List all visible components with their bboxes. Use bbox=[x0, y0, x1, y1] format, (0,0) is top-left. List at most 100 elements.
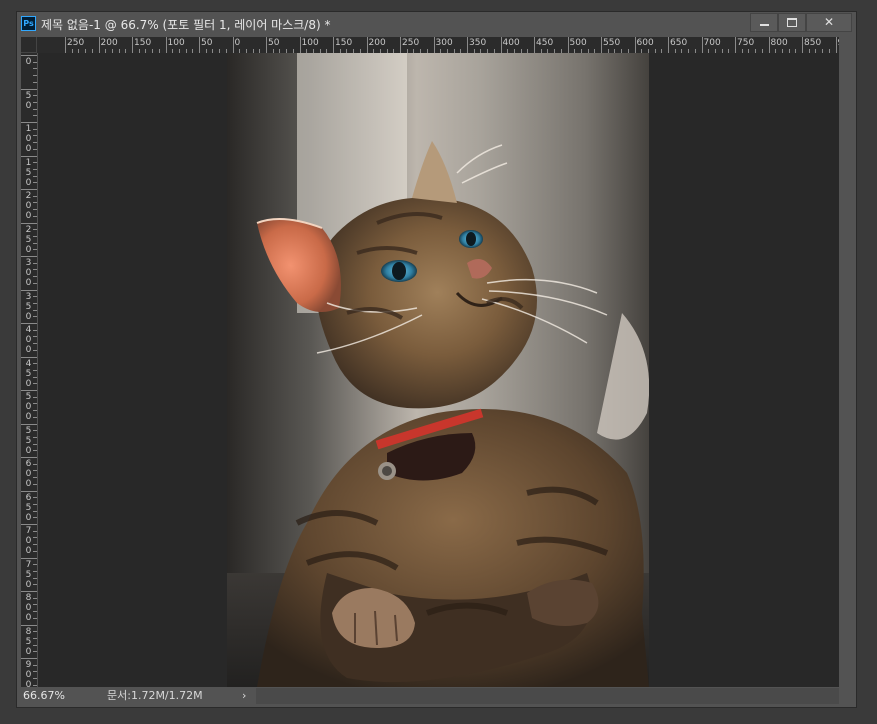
ruler-major-tick bbox=[21, 591, 37, 592]
ruler-major-tick bbox=[199, 37, 200, 53]
ruler-v-label: 400 bbox=[25, 325, 32, 355]
ruler-major-tick bbox=[333, 37, 334, 53]
title-bar[interactable]: Ps 제목 없음-1 @ 66.7% (포토 필터 1, 레이어 마스크/8) … bbox=[17, 12, 856, 36]
ruler-minor-tick bbox=[33, 168, 37, 170]
ruler-major-tick bbox=[21, 55, 37, 56]
ruler-h-label: 50 bbox=[268, 38, 280, 48]
ruler-minor-tick bbox=[33, 249, 37, 251]
ruler-major-tick bbox=[668, 37, 669, 53]
ruler-v-label: 150 bbox=[25, 157, 32, 188]
ruler-major-tick bbox=[366, 37, 368, 53]
ruler-major-tick bbox=[534, 37, 535, 53]
ruler-major-tick bbox=[132, 37, 133, 53]
status-menu-arrow[interactable]: › bbox=[242, 688, 252, 704]
ruler-h-label: 200 bbox=[368, 38, 386, 48]
ruler-minor-tick bbox=[33, 436, 37, 438]
ruler-minor-tick bbox=[33, 477, 37, 479]
ruler-minor-tick bbox=[33, 611, 37, 613]
ruler-v-label: 300 bbox=[25, 258, 32, 288]
ruler-h-label: 100 bbox=[167, 38, 185, 48]
ruler-major-tick bbox=[65, 37, 66, 53]
ruler-minor-tick bbox=[33, 75, 37, 77]
ruler-minor-tick bbox=[33, 651, 37, 653]
ruler-major-tick bbox=[802, 37, 803, 53]
ruler-v-label: 600 bbox=[25, 459, 32, 489]
ruler-v-label: 100 bbox=[25, 124, 32, 154]
ruler-minor-tick bbox=[33, 403, 37, 405]
horizontal-scrollbar[interactable] bbox=[256, 688, 839, 704]
ruler-minor-tick bbox=[33, 61, 37, 63]
ruler-minor-tick bbox=[33, 584, 37, 586]
ruler-minor-tick bbox=[33, 544, 37, 546]
ruler-major-tick bbox=[433, 37, 435, 53]
ruler-minor-tick bbox=[33, 537, 37, 539]
ruler-minor-tick bbox=[33, 195, 37, 197]
ruler-minor-tick bbox=[33, 329, 37, 331]
minimize-button[interactable] bbox=[750, 13, 778, 32]
zoom-level-field[interactable]: 66.67% bbox=[21, 688, 73, 704]
ruler-minor-tick bbox=[33, 128, 37, 130]
ruler-h-label: 0 bbox=[234, 38, 241, 48]
ruler-minor-tick bbox=[33, 369, 37, 371]
ruler-major-tick bbox=[835, 37, 837, 53]
ruler-minor-tick bbox=[33, 282, 37, 284]
ruler-minor-tick bbox=[33, 229, 37, 231]
ruler-minor-tick bbox=[33, 343, 37, 345]
document-canvas[interactable] bbox=[227, 53, 649, 687]
ruler-major-tick bbox=[98, 37, 100, 53]
ruler-major-tick bbox=[21, 490, 37, 492]
ruler-v-label: 650 bbox=[25, 492, 32, 523]
cat-photo bbox=[227, 53, 649, 687]
ruler-minor-tick bbox=[33, 108, 37, 110]
ruler-major-tick bbox=[21, 624, 37, 626]
ruler-major-tick bbox=[266, 37, 267, 53]
vertical-ruler[interactable]: 0 50 100 150 200 250 300 350 400 450 500 550 600 650 7… bbox=[21, 53, 37, 687]
ruler-minor-tick bbox=[33, 336, 37, 338]
ruler-minor-tick bbox=[33, 376, 37, 378]
ruler-major-tick bbox=[21, 423, 37, 425]
ruler-minor-tick bbox=[33, 510, 37, 512]
ruler-minor-tick bbox=[33, 396, 37, 398]
ruler-major-tick bbox=[165, 37, 167, 53]
ruler-minor-tick bbox=[33, 316, 37, 318]
ruler-minor-tick bbox=[33, 631, 37, 633]
ruler-major-tick bbox=[400, 37, 401, 53]
ruler-minor-tick bbox=[33, 269, 37, 271]
ruler-major-tick bbox=[701, 37, 703, 53]
ruler-minor-tick bbox=[33, 671, 37, 673]
minimize-icon bbox=[759, 24, 769, 26]
ruler-minor-tick bbox=[33, 215, 37, 217]
ruler-h-label: 550 bbox=[603, 38, 621, 48]
ruler-major-tick bbox=[735, 37, 736, 53]
canvas-area[interactable] bbox=[38, 53, 839, 687]
maximize-button[interactable] bbox=[778, 13, 806, 32]
ruler-minor-tick bbox=[33, 349, 37, 351]
ruler-minor-tick bbox=[33, 577, 37, 579]
ruler-major-tick bbox=[21, 189, 37, 190]
ruler-minor-tick bbox=[33, 162, 37, 164]
close-button[interactable]: ✕ bbox=[806, 13, 852, 32]
ruler-v-label: 800 bbox=[25, 593, 32, 623]
ruler-minor-tick bbox=[33, 383, 37, 385]
ruler-major-tick bbox=[21, 155, 37, 157]
ruler-major-tick bbox=[601, 37, 602, 53]
horizontal-ruler[interactable]: 250 200 150 100 50 0 50 100 150 200 250 300 350 400 45… bbox=[21, 37, 839, 53]
ruler-origin[interactable] bbox=[21, 37, 37, 53]
ruler-h-label: 650 bbox=[670, 38, 688, 48]
ruler-v-label: 500 bbox=[25, 392, 32, 422]
ruler-minor-tick bbox=[33, 115, 37, 117]
ruler-minor-tick bbox=[33, 604, 37, 606]
maximize-icon bbox=[787, 18, 797, 27]
ruler-minor-tick bbox=[33, 678, 37, 680]
ruler-h-label: 300 bbox=[435, 38, 453, 48]
ruler-major-tick bbox=[21, 323, 37, 324]
ruler-v-label: 900 bbox=[25, 660, 32, 687]
document-window: Ps 제목 없음-1 @ 66.7% (포토 필터 1, 레이어 마스크/8) … bbox=[16, 11, 857, 708]
document-size-info[interactable]: 문서:1.72M/1.72M bbox=[107, 688, 203, 704]
vertical-scrollbar[interactable] bbox=[839, 37, 856, 687]
ruler-minor-tick bbox=[33, 242, 37, 244]
ruler-minor-tick bbox=[33, 68, 37, 70]
ruler-h-label: 850 bbox=[804, 38, 822, 48]
ruler-minor-tick bbox=[33, 101, 37, 103]
ruler-major-tick bbox=[21, 88, 37, 90]
